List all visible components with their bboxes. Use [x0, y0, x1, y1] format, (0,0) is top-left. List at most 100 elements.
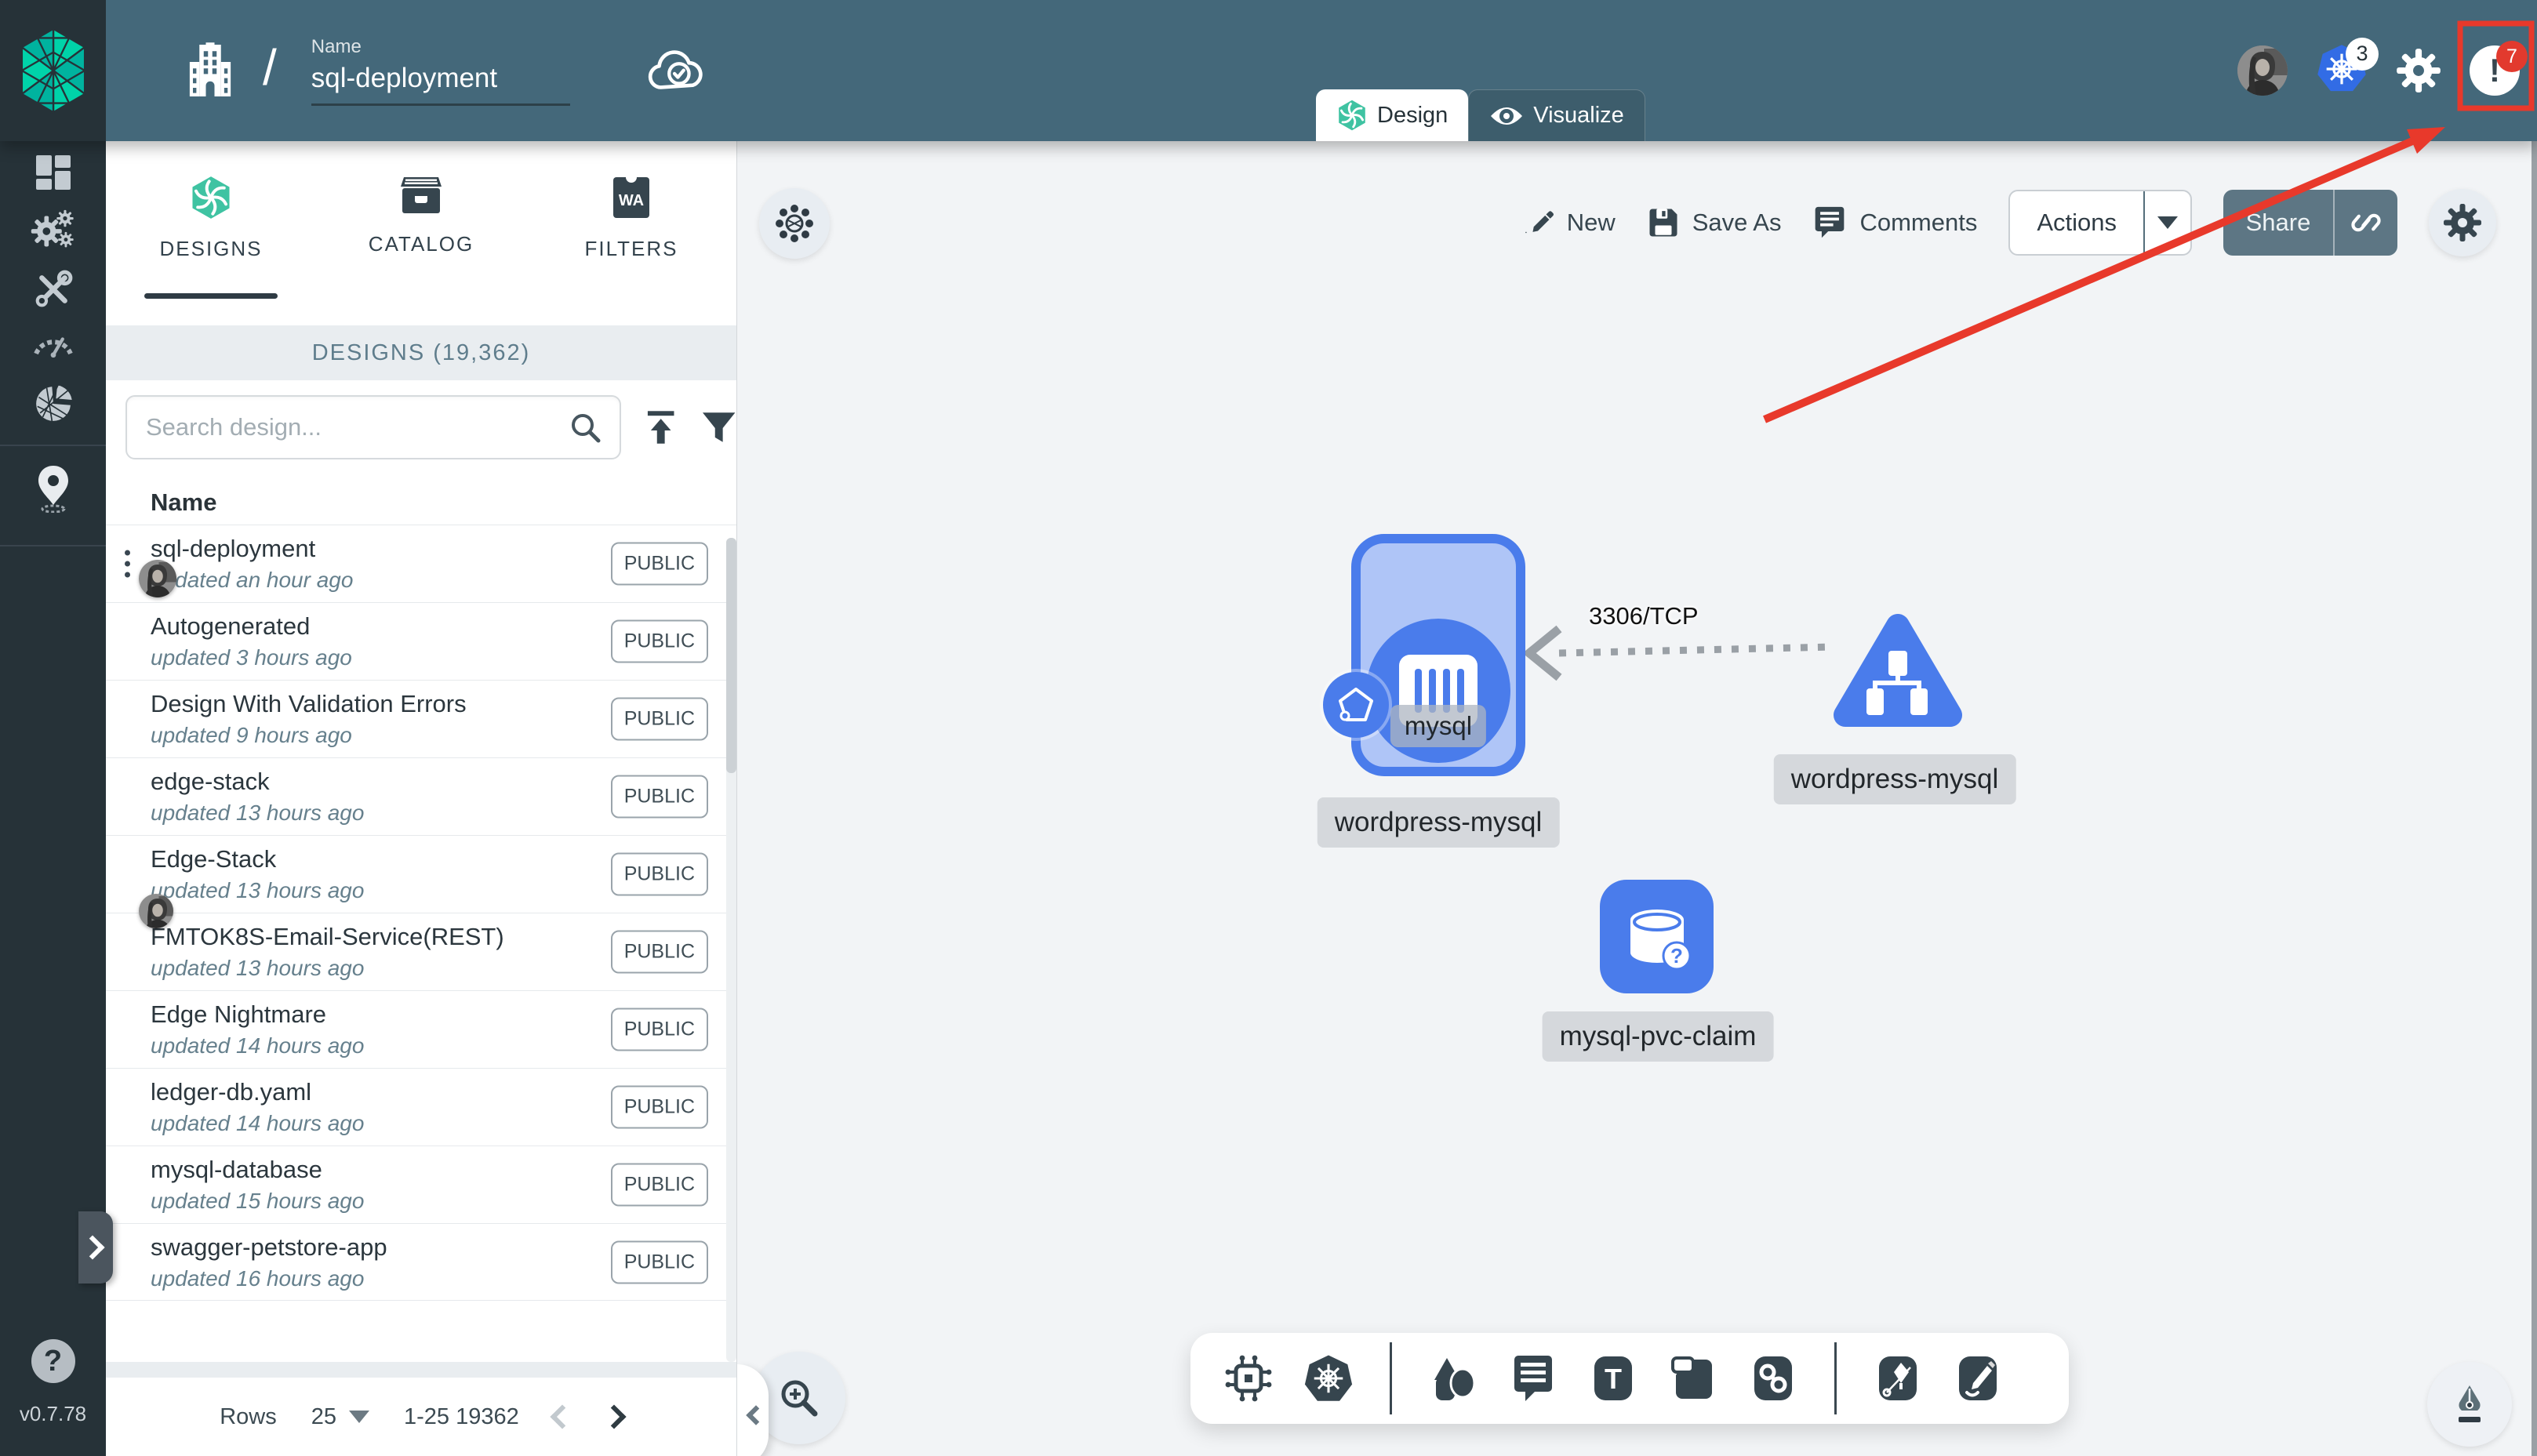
annotation-pen-button[interactable] [2427, 1362, 2512, 1447]
lifecycle-gears-icon[interactable] [31, 209, 76, 252]
kubernetes-context-switcher[interactable]: 3 [2316, 37, 2379, 98]
import-design-icon[interactable] [643, 409, 678, 445]
design-row-name: Design With Validation Errors [151, 690, 467, 717]
configuration-tools-icon[interactable] [33, 269, 74, 310]
comments-button[interactable]: Comments [1812, 205, 1977, 240]
app-version: v0.7.78 [19, 1402, 87, 1425]
canvas-settings-button[interactable] [2429, 189, 2496, 256]
design-list-item[interactable]: ledger-db.yaml updated 14 hours ago PUBL… [106, 1068, 736, 1146]
text-tool-icon[interactable]: T [1588, 1353, 1638, 1403]
node-deployment[interactable]: mysql [1323, 534, 1525, 776]
actions-button[interactable]: Actions [2008, 190, 2192, 256]
previous-page-button[interactable] [550, 1404, 575, 1429]
catalog-archive-icon [401, 177, 442, 213]
rows-per-page-select[interactable]: 25 [311, 1403, 370, 1430]
design-row-updated: updated 9 hours ago [151, 723, 352, 747]
nav-expand-handle[interactable] [78, 1211, 113, 1284]
tab-design[interactable]: Design [1316, 89, 1469, 141]
active-tab-underline [144, 293, 278, 299]
design-canvas[interactable]: New Save As Comments Actions Share 3306/… [737, 141, 2537, 1456]
list-scrollbar[interactable] [726, 538, 736, 1362]
share-label: Share [2245, 209, 2311, 236]
design-list-item[interactable]: swagger-petstore-app updated 16 hours ag… [106, 1223, 736, 1301]
design-row-updated: updated 14 hours ago [151, 1033, 365, 1058]
component-chip-icon[interactable] [1223, 1353, 1274, 1403]
settings-gear-icon[interactable] [2396, 48, 2441, 93]
comment-icon [1816, 206, 1845, 238]
pen-tool-icon[interactable] [1873, 1353, 1923, 1403]
shapes-icon[interactable] [1428, 1353, 1478, 1403]
design-list-item[interactable]: Design With Validation Errors updated 9 … [106, 680, 736, 757]
svg-text:?: ? [1670, 944, 1683, 968]
extensions-icon[interactable] [32, 383, 75, 425]
new-button-label: New [1566, 209, 1616, 236]
edge-port-label: 3306/TCP [1589, 602, 1699, 630]
design-row-name: sql-deployment [151, 535, 316, 562]
copy-link-button[interactable] [2333, 190, 2397, 256]
next-page-button[interactable] [602, 1404, 627, 1429]
tab-visualize[interactable]: Visualize [1468, 89, 1645, 141]
row-menu-icon[interactable] [125, 550, 130, 578]
tab-filters[interactable]: WA FILTERS [526, 141, 736, 325]
node-service[interactable] [1831, 605, 1965, 734]
chevron-left-icon [746, 1405, 766, 1425]
meshery-logo[interactable] [0, 0, 106, 141]
window-scrollbar[interactable] [2532, 0, 2537, 1456]
tab-filters-label: FILTERS [584, 237, 678, 260]
rows-label: Rows [220, 1403, 277, 1429]
share-button[interactable]: Share [2223, 190, 2397, 256]
notification-button[interactable]: ! 7 [2470, 41, 2528, 96]
list-scrollbar-thumb[interactable] [726, 538, 736, 773]
design-list-item[interactable]: Edge-Stack updated 13 hours ago PUBLIC [106, 835, 736, 913]
design-name-label: Name [311, 35, 362, 57]
design-row-name: swagger-petstore-app [151, 1233, 387, 1261]
notes-icon[interactable] [1508, 1353, 1558, 1403]
meshery-logo-icon [20, 27, 86, 114]
search-design-input[interactable] [144, 412, 569, 442]
node-pvc[interactable]: ? [1600, 880, 1714, 993]
design-row-name: Edge-Stack [151, 845, 277, 873]
design-list-item[interactable]: FMTOK8S-Email-Service(REST) updated 13 h… [106, 913, 736, 990]
actions-dropdown-button[interactable] [2143, 191, 2190, 254]
kubernetes-icon[interactable] [1303, 1353, 1354, 1403]
performance-gauge-icon[interactable] [32, 323, 75, 359]
dashboard-icon[interactable] [33, 152, 74, 193]
filter-funnel-icon[interactable] [701, 411, 736, 444]
link-edge-icon[interactable] [1748, 1353, 1798, 1403]
designs-list: sql-deployment updated an hour ago PUBLI… [106, 525, 736, 1301]
user-avatar[interactable] [2237, 45, 2288, 96]
tab-catalog[interactable]: CATALOG [316, 141, 526, 325]
sticky-note-icon[interactable] [1668, 1353, 1718, 1403]
help-icon[interactable]: ? [31, 1339, 75, 1383]
svg-text:WA: WA [619, 192, 644, 209]
designs-panel: DESIGNS CATALOG WA FILTERS DESIGNS (19,3… [106, 141, 737, 1456]
pen-nib-icon [2459, 1385, 2481, 1422]
search-icon[interactable] [568, 410, 602, 445]
design-list-item[interactable]: sql-deployment updated an hour ago PUBLI… [106, 525, 736, 602]
pin-icon[interactable] [32, 464, 75, 513]
organization-building-icon[interactable] [184, 42, 236, 99]
design-list-item[interactable]: Autogenerated updated 3 hours ago PUBLIC [106, 602, 736, 680]
container-label: mysql [1390, 705, 1487, 747]
design-list-item[interactable]: Edge Nightmare updated 14 hours ago PUBL… [106, 990, 736, 1068]
design-name-input[interactable]: sql-deployment [311, 63, 570, 106]
design-list-item[interactable]: mysql-database updated 15 hours ago PUBL… [106, 1146, 736, 1223]
mesh-toggle-button[interactable] [759, 188, 830, 259]
design-row-updated: updated an hour ago [151, 568, 354, 592]
tab-designs[interactable]: DESIGNS [106, 141, 316, 325]
visibility-badge: PUBLIC [610, 852, 708, 896]
comments-label: Comments [1859, 209, 1978, 236]
visibility-badge: PUBLIC [610, 542, 708, 586]
storage-cylinder-icon: ? [1630, 909, 1691, 970]
design-list-item[interactable]: edge-stack updated 13 hours ago PUBLIC [106, 757, 736, 835]
new-button[interactable]: New [1521, 206, 1616, 239]
nav-divider [0, 545, 106, 546]
save-as-button[interactable]: Save As [1647, 206, 1781, 239]
rows-per-page-value: 25 [311, 1403, 337, 1429]
visibility-badge: PUBLIC [610, 1008, 708, 1051]
design-row-name: Edge Nightmare [151, 1000, 327, 1028]
nav-divider [0, 445, 106, 446]
design-row-name: edge-stack [151, 768, 270, 795]
freehand-draw-icon[interactable] [1953, 1353, 2003, 1403]
dropdown-arrow-icon [349, 1411, 370, 1423]
